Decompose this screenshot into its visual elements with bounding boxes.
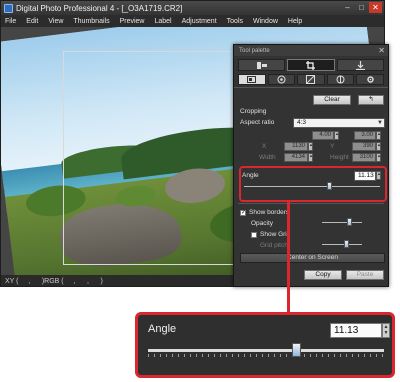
menu-window[interactable]: Window [253,18,278,25]
menu-tools[interactable]: Tools [227,18,243,25]
spin-up-icon: ▲ [377,153,381,158]
menu-edit[interactable]: Edit [26,18,38,25]
y-stepper[interactable]: ▲ [376,142,381,151]
zoom-angle-slider-ticks [148,354,384,357]
zoom-angle-slider-thumb[interactable] [292,343,302,357]
paste-button[interactable]: Paste [346,270,384,280]
clear-button[interactable]: Clear [313,95,351,105]
adjust-icon [256,61,267,69]
tab-tone[interactable] [238,74,266,85]
show-grid-label: Show Grid [260,231,291,238]
callout-connector [287,202,290,314]
menu-thumbnails[interactable]: Thumbnails [73,18,109,25]
spin-up-icon: ▲ [335,131,339,136]
x-label: X [262,143,267,150]
height-stepper[interactable]: ▲ [376,153,381,162]
title-bar: Digital Photo Professional 4 - [_O3A1719… [1,1,384,15]
menu-help[interactable]: Help [288,18,302,25]
grid-pitch-slider-thumb[interactable] [344,240,349,248]
status-coordinates: XY ( , )RGB ( , , ) [5,278,103,285]
ratio-height-field[interactable]: 3.00 [354,131,376,140]
zoom-angle-stepper[interactable]: ▲ ▼ [382,323,390,338]
chevron-down-icon: ▼ [377,120,383,126]
lens-icon [277,75,286,84]
spin-up-icon: ▲ [309,153,313,158]
opacity-slider-thumb[interactable] [347,218,352,226]
grid-pitch-label: Grid pitch [260,242,288,249]
menu-view[interactable]: View [48,18,63,25]
tab-crop[interactable] [297,74,325,85]
tab-basic-adjust[interactable] [238,59,286,71]
cropping-section-label: Cropping [240,108,267,115]
menu-label[interactable]: Label [154,18,171,25]
tab-crop-tool[interactable] [287,59,335,71]
width-label: Width [259,154,276,161]
gear-icon [366,76,374,83]
copy-button[interactable]: Copy [304,270,342,280]
spin-down-icon: ▼ [383,330,389,336]
tab-color[interactable] [326,74,355,85]
angle-highlight-frame [239,166,387,202]
show-borders-checkbox[interactable]: ✓ [240,210,246,216]
palette-top-tabs [234,56,388,71]
palette-title-bar[interactable]: Tool palette ✕ [234,45,388,56]
palette-sub-tabs [234,71,388,88]
color-icon [336,75,345,84]
height-label: Height [330,154,349,161]
menu-preview[interactable]: Preview [120,18,145,25]
grid-pitch-slider-track[interactable] [322,244,362,245]
minimize-button[interactable]: – [341,2,354,13]
palette-close-button[interactable]: ✕ [378,45,385,56]
opacity-label: Opacity [251,220,274,227]
menu-bar: File Edit View Thumbnails Preview Label … [1,15,384,27]
crop-icon [306,60,316,70]
x-stepper[interactable]: ▲ [308,142,313,151]
show-grid-checkbox[interactable] [251,232,257,238]
ratio-width-field[interactable]: 4.00 [312,131,334,140]
ratio-width-stepper[interactable]: ▲ [334,131,339,140]
aspect-ratio-value: 4:3 [297,119,307,126]
spin-up-icon: ▲ [377,131,381,136]
aspect-ratio-label: Aspect ratio [240,119,275,126]
menu-file[interactable]: File [5,18,16,25]
maximize-button[interactable]: □ [355,2,368,13]
height-field[interactable]: 3100 [352,153,376,162]
aspect-ratio-select[interactable]: 4:3 ▼ [293,118,385,128]
tab-export[interactable] [336,59,384,71]
section-divider [238,203,384,204]
app-logo-icon [4,3,13,13]
tab-lens[interactable] [267,74,296,85]
spin-up-icon: ▲ [309,142,313,147]
undo-button[interactable]: ↰ [358,95,384,105]
palette-title: Tool palette [239,47,270,54]
y-label: Y [330,143,335,150]
close-button[interactable]: ✕ [369,2,382,13]
zoom-angle-label: Angle [148,323,177,335]
angle-zoom-callout: Angle 11.13 ▲ ▼ [135,312,395,378]
opacity-slider-track[interactable] [322,222,362,223]
spin-up-icon: ▲ [377,142,381,147]
window-title: Digital Photo Professional 4 - [_O3A1719… [16,3,183,13]
x-field[interactable]: 1130 [284,142,308,151]
show-borders-label: Show borders [249,209,290,216]
download-icon [355,60,365,70]
width-stepper[interactable]: ▲ [308,153,313,162]
window-controls: – □ ✕ [341,2,382,13]
crop-angle-icon [306,75,316,84]
width-field[interactable]: 4134 [284,153,308,162]
tab-settings[interactable] [356,74,384,85]
menu-adjustment[interactable]: Adjustment [182,18,217,25]
image-icon [247,76,257,83]
y-field[interactable]: 390 [352,142,376,151]
zoom-angle-slider-track[interactable] [148,349,384,352]
center-on-screen-button[interactable]: Center on Screen [240,253,385,263]
zoom-angle-field[interactable]: 11.13 [330,323,382,338]
ratio-height-stepper[interactable]: ▲ [376,131,381,140]
